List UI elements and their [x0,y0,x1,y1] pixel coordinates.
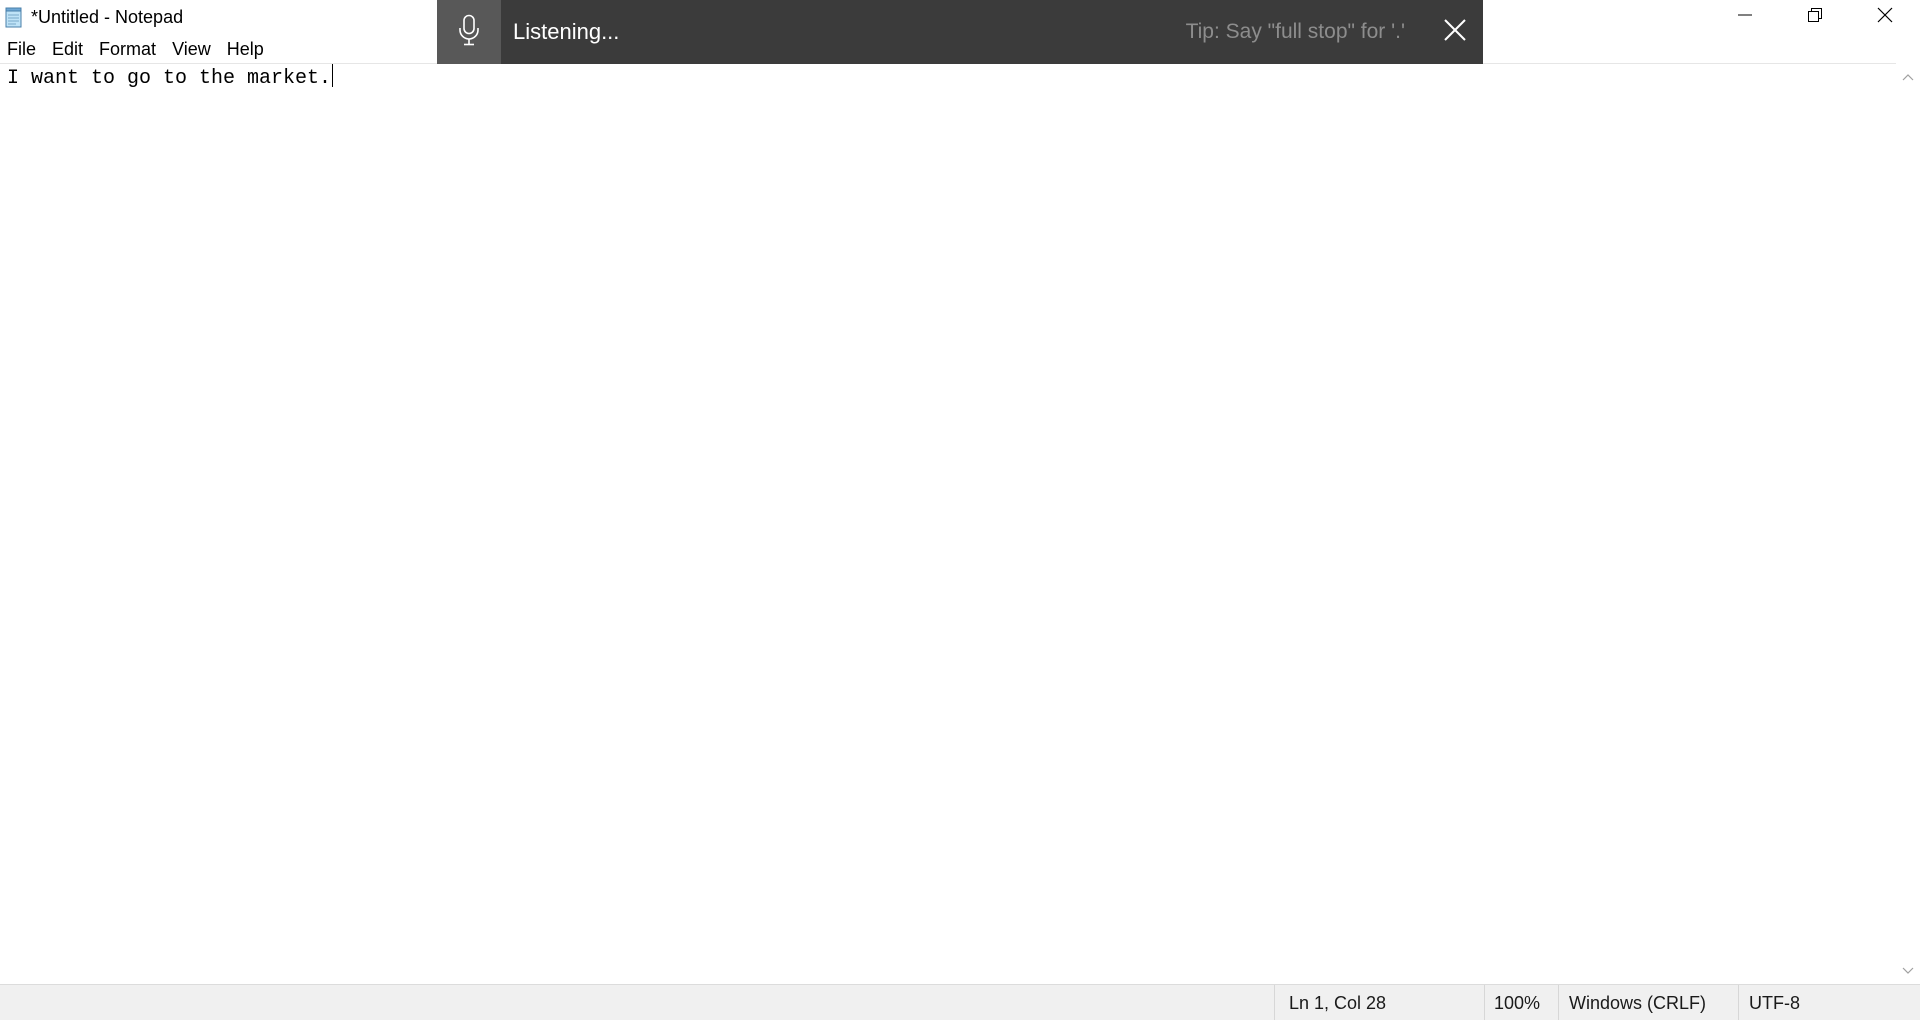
line-ending: Windows (CRLF) [1569,993,1707,1013]
dictation-tip: Tip: Say "full stop" for '.' [1185,20,1405,43]
restore-button[interactable] [1780,0,1850,34]
menu-help[interactable]: Help [219,36,272,62]
menu-file[interactable]: File [0,36,44,62]
window-title: *Untitled - Notepad [31,7,184,27]
menu-view[interactable]: View [164,36,219,62]
notepad-icon [4,7,24,28]
scroll-down-icon[interactable] [1902,964,1914,976]
restore-icon [1807,7,1823,28]
minimize-icon [1737,7,1753,28]
vertical-scrollbar[interactable] [1896,64,1920,984]
microphone-icon [458,14,480,51]
status-bar: Ln 1, Col 28 100% Windows (CRLF) UTF-8 [0,984,1920,1020]
editor-content[interactable]: I want to go to the market. [7,64,334,93]
notepad-window: *Untitled - Notepad File Edit Format Vie… [0,0,1920,1020]
text-caret [332,64,334,87]
minimize-button[interactable] [1710,0,1780,34]
cursor-position: Ln 1, Col 28 [1289,993,1387,1013]
microphone-button[interactable] [437,0,501,64]
status-divider [1558,985,1559,1020]
status-divider [1738,985,1739,1020]
menu-format[interactable]: Format [91,36,164,62]
status-divider [1274,985,1275,1020]
close-window-button[interactable] [1850,0,1920,34]
dictation-status: Listening... [513,19,620,44]
zoom-level: 100% [1494,993,1541,1013]
editor-text: I want to go to the market. [7,67,332,90]
encoding: UTF-8 [1749,993,1800,1013]
close-icon [1877,7,1893,28]
status-divider [1484,985,1485,1020]
dictation-toolbar: Listening... Tip: Say "full stop" for '.… [437,0,1483,64]
text-editor[interactable]: I want to go to the market. [0,63,1896,984]
close-icon [1443,18,1467,47]
dictation-close-button[interactable] [1439,16,1471,48]
menu-edit[interactable]: Edit [44,36,91,62]
scroll-up-icon[interactable] [1902,72,1914,84]
